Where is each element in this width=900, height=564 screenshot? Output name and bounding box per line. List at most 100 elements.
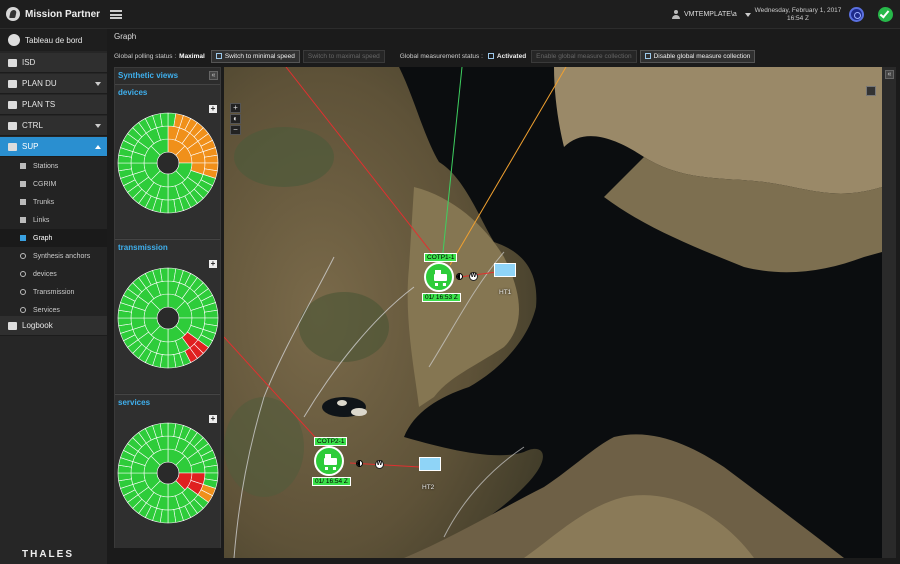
brand-title: Mission Partner xyxy=(25,8,101,20)
sidebar-subitem-graph[interactable]: Graph xyxy=(0,229,107,247)
hamburger-menu-icon[interactable] xyxy=(110,10,122,19)
measurement-status-label: Global measurement status : xyxy=(399,52,483,60)
sidebar-item-plan-du[interactable]: PLAN DU xyxy=(0,74,107,94)
save-icon xyxy=(8,58,17,67)
sidebar-subitem-label: CGRIM xyxy=(33,180,57,188)
bar-chart-icon xyxy=(20,235,26,241)
dashboard-icon xyxy=(8,34,20,46)
node-time: 01/ 16:54 Z xyxy=(312,477,351,486)
share-icon xyxy=(20,199,26,205)
layers-icon[interactable] xyxy=(866,86,876,96)
zoom-out-button[interactable]: − xyxy=(230,125,241,135)
sidebar-subitem-label: Transmission xyxy=(33,288,75,296)
right-panel-collapsed: « xyxy=(882,67,896,558)
sidebar-item-sup[interactable]: SUP xyxy=(0,137,107,157)
section-title: transmission xyxy=(118,243,168,252)
chevron-down-icon xyxy=(95,82,101,86)
button-label: Switch to minimal speed xyxy=(224,52,295,60)
ok-status-icon[interactable] xyxy=(878,7,893,22)
button-label: Enable global measure collection xyxy=(536,52,632,60)
sidebar-subitem-trunks[interactable]: Trunks xyxy=(0,193,107,211)
share-icon xyxy=(20,217,26,223)
square-icon xyxy=(20,181,26,187)
switch-min-speed-button[interactable]: Switch to minimal speed xyxy=(210,49,300,63)
wifi-badge-icon: W xyxy=(469,272,478,281)
sidebar-subitem-stations[interactable]: Stations xyxy=(0,157,107,175)
sidebar-item-label: ISD xyxy=(22,58,36,67)
sidebar-subitem-label: Trunks xyxy=(33,198,55,206)
sidebar-item-plan-ts[interactable]: PLAN TS xyxy=(0,95,107,115)
chevron-down-icon xyxy=(95,124,101,128)
antenna-icon xyxy=(456,273,463,280)
satellite-map[interactable]: COTP1-1 01/ 16:53 Z W HT1 COTP2-1 01/ 16… xyxy=(224,67,882,558)
book-icon xyxy=(8,321,17,330)
button-label: Switch to maximal speed xyxy=(307,52,380,60)
collapse-right-icon[interactable]: « xyxy=(885,70,894,79)
clock-date: Wednesday, February 1, 2017 xyxy=(754,7,842,14)
flag-ht2[interactable] xyxy=(419,457,441,471)
circle-icon xyxy=(20,307,26,313)
sidebar-subitem-devices[interactable]: devices xyxy=(0,265,107,283)
sidebar-subitem-synthesis-anchors[interactable]: Synthesis anchors xyxy=(0,247,107,265)
sidebar-subitem-label: Synthesis anchors xyxy=(33,252,91,260)
sidebar-item-label: Logbook xyxy=(22,321,53,330)
network-status-icon[interactable] xyxy=(849,7,864,22)
gears-icon xyxy=(8,79,17,88)
clock: Wednesday, February 1, 2017 16:54 Z xyxy=(752,7,844,23)
gears-icon xyxy=(8,121,17,130)
circle-icon xyxy=(20,289,26,295)
brand[interactable]: Mission Partner xyxy=(6,7,100,21)
enable-measure-button[interactable]: Enable global measure collection xyxy=(531,49,637,63)
node-label: COTP2-1 xyxy=(314,437,348,446)
wifi-badge-icon: W xyxy=(375,460,384,469)
sidebar-item-label: CTRL xyxy=(22,121,43,130)
switch-max-speed-button[interactable]: Switch to maximal speed xyxy=(302,49,385,63)
section-title: services xyxy=(118,398,151,407)
chevron-up-icon xyxy=(95,145,101,149)
sidebar-item-label: PLAN DU xyxy=(22,79,57,88)
section-title: devices xyxy=(118,88,148,97)
speed-icon xyxy=(215,53,222,59)
transmission-sunburst[interactable] xyxy=(116,266,220,370)
circle-icon xyxy=(20,253,26,259)
globe-icon[interactable]: ◐ xyxy=(230,114,241,124)
zoom-controls: + ◐ − xyxy=(230,103,241,135)
sidebar-subitem-transmission[interactable]: Transmission xyxy=(0,283,107,301)
sidebar-item-isd[interactable]: ISD xyxy=(0,53,107,73)
sidebar-item-logbook[interactable]: Logbook xyxy=(0,316,107,336)
button-label: Disable global measure collection xyxy=(653,52,751,60)
devices-sunburst[interactable] xyxy=(116,111,220,215)
user-menu[interactable]: VMTEMPLATE\a xyxy=(672,10,751,19)
chevron-down-icon xyxy=(744,12,751,17)
polling-status-value: Maximal xyxy=(179,52,205,60)
sidebar-subitem-cgrim[interactable]: CGRIM xyxy=(0,175,107,193)
services-sunburst[interactable] xyxy=(116,421,220,525)
truck-station-icon xyxy=(314,446,344,476)
truck-station-icon xyxy=(424,262,454,292)
flag-ht1[interactable] xyxy=(494,263,516,277)
disable-measure-button[interactable]: Disable global measure collection xyxy=(639,49,756,63)
sidebar-item-dashboard[interactable]: Tableau de bord xyxy=(0,29,107,51)
services-section: services + xyxy=(115,394,220,548)
collapse-left-icon[interactable]: « xyxy=(209,71,218,80)
flag-label: HT1 xyxy=(499,289,512,296)
sidebar-item-ctrl[interactable]: CTRL xyxy=(0,116,107,136)
disable-icon xyxy=(644,53,651,59)
sidebar: Tableau de bord ISD PLAN DU PLAN TS CTRL… xyxy=(0,29,107,564)
antenna-icon xyxy=(356,460,363,467)
sidebar-subitem-label: Stations xyxy=(33,162,59,170)
breadcrumb: Graph xyxy=(114,32,137,41)
flag-label: HT2 xyxy=(422,484,435,491)
sidebar-subitem-label: Links xyxy=(33,216,50,224)
transmission-section: transmission + xyxy=(115,239,220,393)
sidebar-subitem-links[interactable]: Links xyxy=(0,211,107,229)
clock-time: 16:54 Z xyxy=(786,15,810,22)
thales-logo: THALES xyxy=(22,549,74,560)
user-icon xyxy=(672,10,680,19)
zoom-in-button[interactable]: + xyxy=(230,103,241,113)
devices-section: devices + xyxy=(115,84,220,238)
synthetic-views-panel: Synthetic views « devices + transmission… xyxy=(114,67,221,548)
node-label: COTP1-1 xyxy=(424,253,458,262)
circle-icon xyxy=(20,271,26,277)
grid-icon xyxy=(8,100,17,109)
